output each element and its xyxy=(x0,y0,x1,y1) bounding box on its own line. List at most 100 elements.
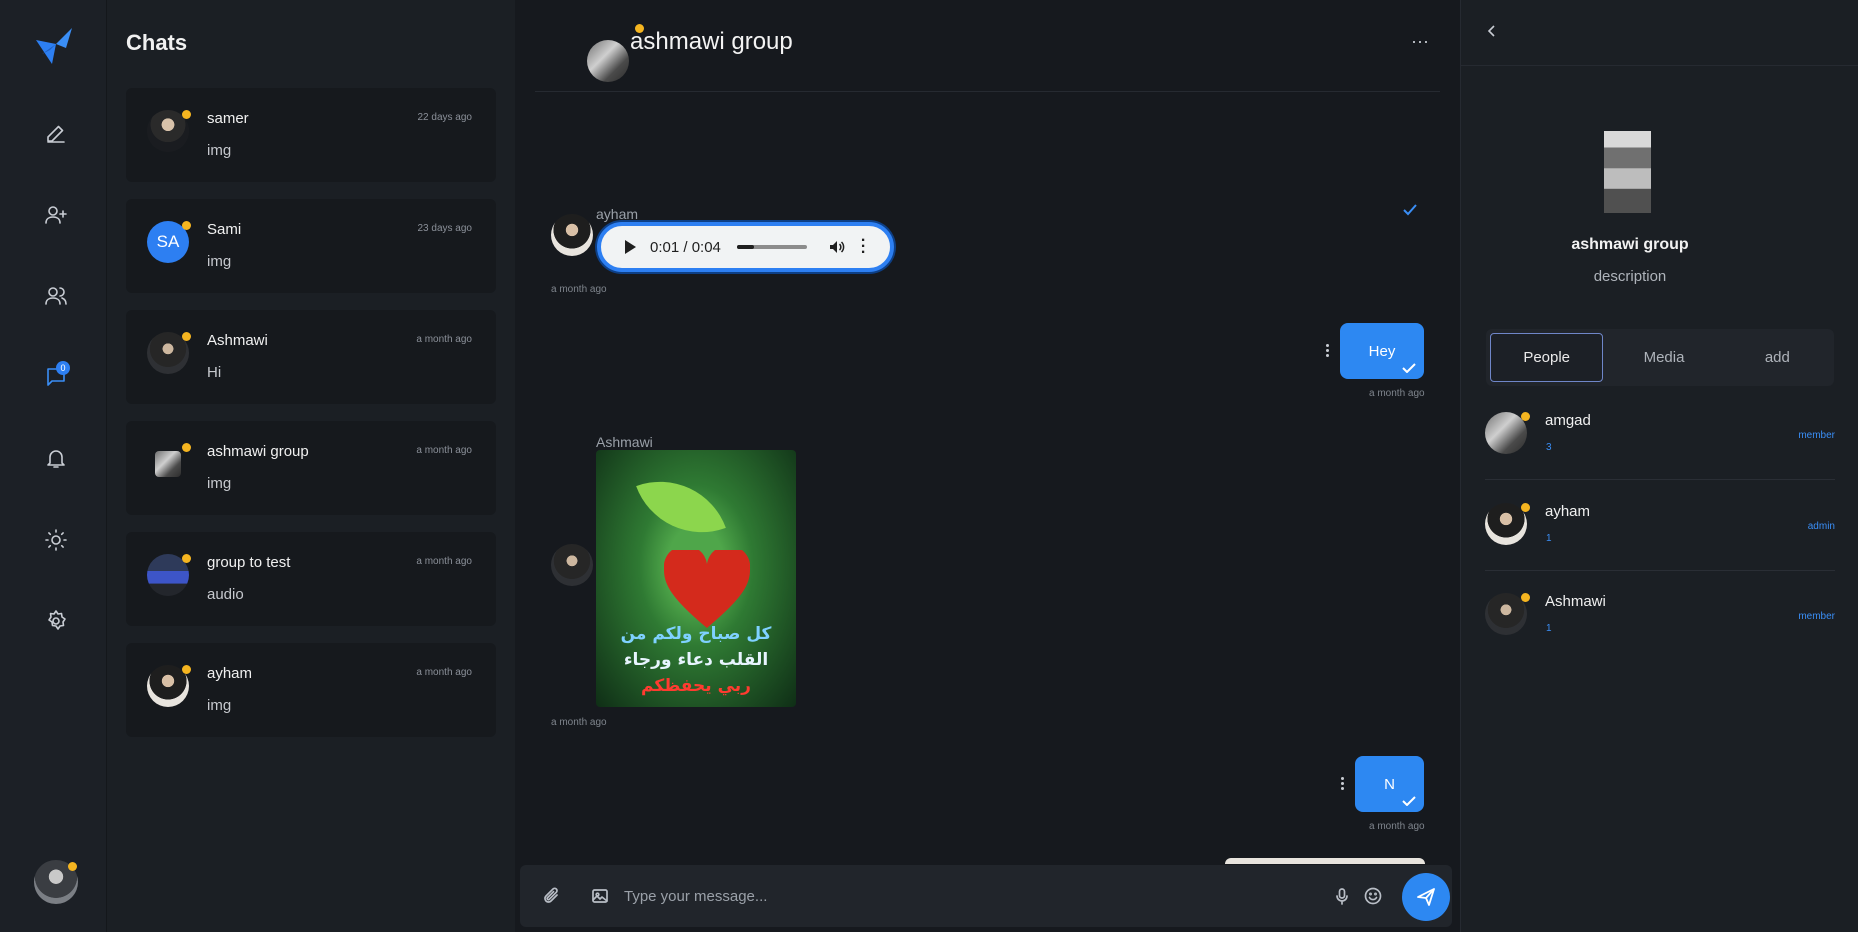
play-icon[interactable] xyxy=(625,240,636,254)
my-online-dot xyxy=(68,862,77,871)
chat-name: samer xyxy=(207,110,249,127)
group-picture[interactable] xyxy=(1604,131,1651,213)
message-bubble[interactable]: N xyxy=(1355,756,1424,812)
chats-icon[interactable]: 0 xyxy=(36,357,76,397)
info-tabs: People Media add xyxy=(1486,329,1834,386)
chat-name: Ashmawi xyxy=(207,332,268,349)
theme-sun-icon[interactable] xyxy=(36,520,76,560)
chat-item-group-to-test[interactable]: group to test a month ago audio xyxy=(126,532,496,626)
sender-avatar[interactable] xyxy=(551,214,593,256)
chat-preview: Hi xyxy=(207,364,222,381)
info-topbar xyxy=(1461,0,1858,66)
member-role: admin xyxy=(1807,521,1835,532)
member-row[interactable]: amgad 3 member xyxy=(1485,390,1835,480)
group-description: description xyxy=(1593,268,1667,285)
more-options-icon[interactable]: ··· xyxy=(1408,32,1432,52)
chat-name: group to test xyxy=(207,554,291,571)
shared-image[interactable]: كل صباح ولكم من القلب دعاء ورجاء ربي يحف… xyxy=(596,450,796,707)
audio-menu-icon[interactable]: · · · xyxy=(861,233,866,261)
online-dot xyxy=(182,554,191,563)
send-icon xyxy=(1417,888,1435,906)
sent-check-icon xyxy=(1402,796,1416,806)
member-row[interactable]: Ashmawi 1 member xyxy=(1485,571,1835,661)
sender-name: ayham xyxy=(596,206,639,222)
chat-name: ashmawi group xyxy=(207,443,309,460)
group-avatar[interactable] xyxy=(587,40,629,82)
chat-preview: img xyxy=(207,253,232,270)
contacts-icon[interactable] xyxy=(36,276,76,316)
microphone-icon[interactable] xyxy=(1332,886,1352,906)
message-stamp: a month ago xyxy=(1369,388,1425,399)
member-row[interactable]: ayham 1 admin xyxy=(1485,481,1835,571)
audio-time: 0:01 / 0:04 xyxy=(650,238,721,256)
chat-time: a month ago xyxy=(416,445,472,456)
member-count: 3 xyxy=(1546,442,1552,453)
volume-icon[interactable] xyxy=(829,239,845,255)
chat-preview: audio xyxy=(207,586,244,603)
member-name: amgad xyxy=(1545,412,1591,429)
attach-paperclip-icon[interactable] xyxy=(542,886,562,906)
chat-item-sami[interactable]: SA Sami 23 days ago img xyxy=(126,199,496,293)
online-dot xyxy=(1521,593,1530,602)
read-check-icon xyxy=(1403,204,1417,216)
message-menu-icon[interactable] xyxy=(1322,342,1332,362)
chat-item-samer[interactable]: samer 22 days ago img xyxy=(126,88,496,182)
settings-gear-icon[interactable] xyxy=(36,601,76,641)
chat-item-ayham[interactable]: ayham a month ago img xyxy=(126,643,496,737)
tab-media[interactable]: Media xyxy=(1607,329,1720,386)
audio-player: 0:01 / 0:04 · · · xyxy=(597,222,894,272)
tab-add[interactable]: add xyxy=(1721,329,1834,386)
chat-time: a month ago xyxy=(416,334,472,345)
image-icon[interactable] xyxy=(590,886,610,906)
online-dot xyxy=(182,332,191,341)
chat-item-ashmawi[interactable]: Ashmawi a month ago Hi xyxy=(126,310,496,404)
bell-icon[interactable] xyxy=(36,438,76,478)
member-count: 1 xyxy=(1546,533,1552,544)
avatar xyxy=(155,451,181,477)
online-dot xyxy=(182,110,191,119)
chat-time: 22 days ago xyxy=(417,112,473,123)
online-dot xyxy=(1521,503,1530,512)
add-user-icon[interactable] xyxy=(36,195,76,235)
message-menu-icon[interactable] xyxy=(1337,775,1347,795)
leaf-graphic xyxy=(636,462,726,552)
next-message-preview xyxy=(1225,858,1425,864)
tab-people[interactable]: People xyxy=(1490,333,1604,382)
image-caption-line: كل صباح ولكم من xyxy=(620,624,772,644)
image-caption-line: ربي يحفظكم xyxy=(641,676,751,696)
message-bubble[interactable]: Hey xyxy=(1340,323,1424,379)
chat-preview: img xyxy=(207,475,232,492)
member-role: member xyxy=(1798,611,1835,622)
sent-check-icon xyxy=(1402,363,1416,373)
message-stamp: a month ago xyxy=(551,284,607,295)
app-logo-icon[interactable] xyxy=(32,24,76,68)
chevron-left-icon[interactable] xyxy=(1483,22,1501,40)
online-dot xyxy=(182,221,191,230)
member-name: Ashmawi xyxy=(1545,593,1606,610)
compose-icon[interactable] xyxy=(36,114,76,154)
sender-avatar[interactable] xyxy=(551,544,593,586)
audio-progress-fill xyxy=(736,245,755,249)
chat-time: a month ago xyxy=(416,667,472,678)
emoji-icon[interactable] xyxy=(1363,886,1383,906)
image-caption-line: القلب دعاء ورجاء xyxy=(623,650,769,670)
chat-list-title: Chats xyxy=(126,30,188,55)
chat-time: a month ago xyxy=(416,556,472,567)
member-name: ayham xyxy=(1545,503,1591,520)
message-input[interactable] xyxy=(624,881,1314,911)
send-button[interactable] xyxy=(1402,873,1450,921)
message-composer xyxy=(520,865,1452,927)
chat-time: 23 days ago xyxy=(417,223,473,234)
chat-app: 0 Chats samer 22 days ago img SA Sami 23… xyxy=(0,0,1858,932)
nav-rail: 0 xyxy=(0,0,107,932)
online-dot xyxy=(1521,412,1530,421)
chat-item-ashmawi-group[interactable]: ashmawi group a month ago img xyxy=(126,421,496,515)
chat-list-panel: Chats samer 22 days ago img SA Sami 23 d… xyxy=(107,0,515,932)
chat-preview: img xyxy=(207,142,232,159)
conversation-title: ashmawi group xyxy=(630,28,793,55)
conversation-header: ashmawi group ··· xyxy=(535,0,1440,92)
message-text: N xyxy=(1384,775,1395,793)
audio-progress-slider[interactable] xyxy=(736,245,807,249)
heart-graphic xyxy=(664,550,750,628)
message-text: Hey xyxy=(1368,342,1396,360)
